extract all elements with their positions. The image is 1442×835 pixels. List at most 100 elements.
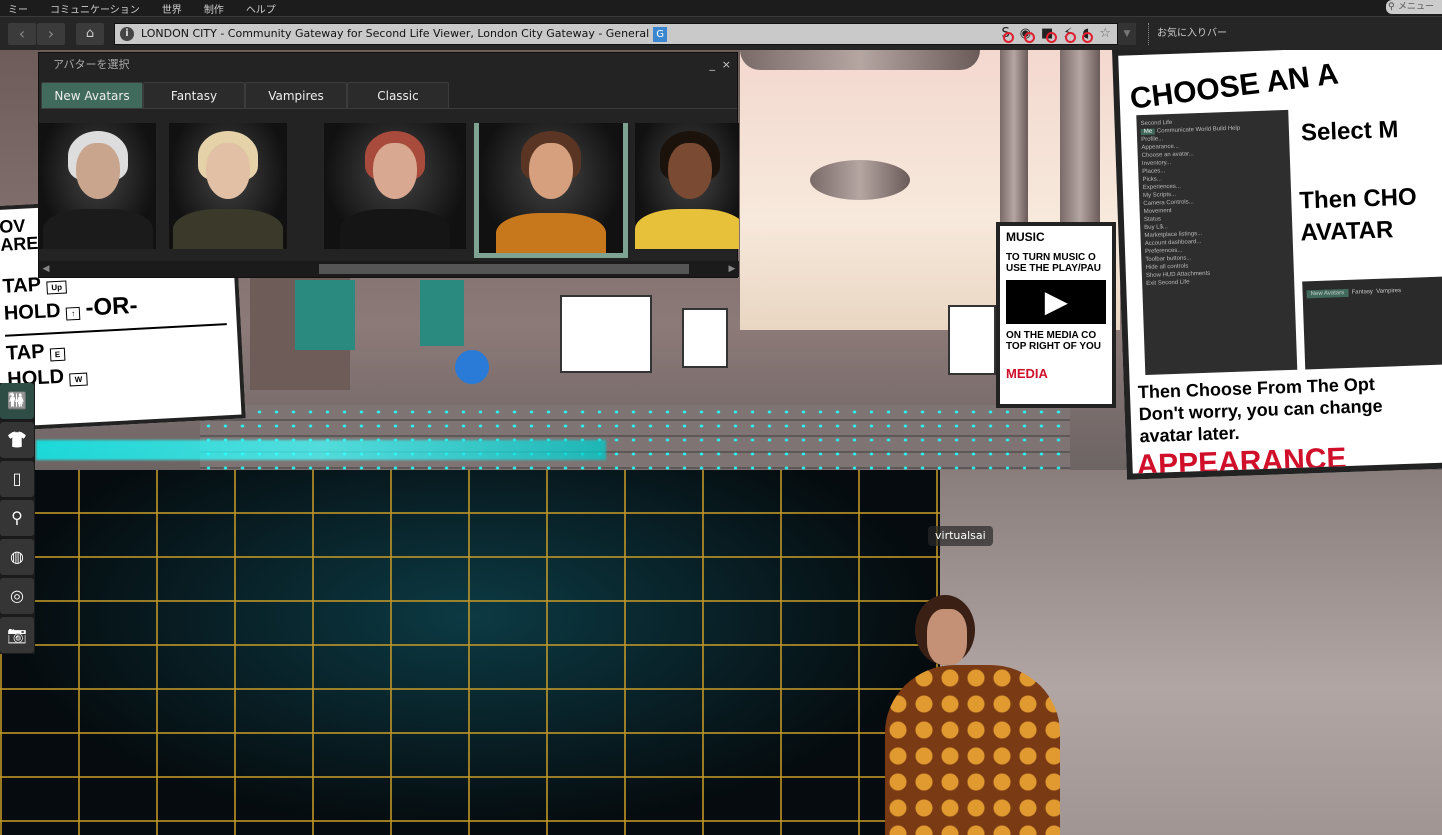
chevron-down-icon: ▼ xyxy=(1123,29,1131,39)
avatar-face xyxy=(373,143,417,199)
location-dropdown-button[interactable]: ▼ xyxy=(1118,23,1136,45)
menu-world[interactable]: 世界 xyxy=(162,1,182,16)
close-button[interactable]: × xyxy=(722,53,731,77)
info-sign xyxy=(682,308,728,368)
sign-title: CHOOSE AN A xyxy=(1128,57,1341,116)
avatar-face xyxy=(927,609,967,665)
avatar-thumbnail[interactable] xyxy=(169,123,287,249)
sign-text: ARE xyxy=(0,232,39,255)
sign-menu-items: Profile... Appearance... Choose an avatar.… xyxy=(1141,132,1290,287)
forward-icon: › xyxy=(47,24,55,43)
info-icon[interactable]: i xyxy=(120,27,134,41)
glow-rail xyxy=(36,440,606,460)
snapshot-button[interactable]: 📷 xyxy=(0,617,34,653)
sign-text: Me xyxy=(1140,128,1156,136)
sign-text: USE THE PLAY/PAU xyxy=(1006,263,1102,274)
no-build-icon[interactable]: ■ xyxy=(1041,24,1058,44)
play-icon: ▶ xyxy=(1006,280,1106,324)
floater-title: アバターを選択 xyxy=(53,58,130,71)
maturity-badge: G xyxy=(653,27,668,42)
scroll-left-icon[interactable]: ◀ xyxy=(39,261,53,277)
sign-text: Then CHO xyxy=(1298,183,1418,215)
search-icon: ⚲ xyxy=(1388,2,1395,12)
sign-picker-image: New Avatars Fantasy Vampires xyxy=(1302,275,1442,370)
menu-build[interactable]: 制作 xyxy=(204,1,224,16)
choose-avatar-floater: アバターを選択 _ × New Avatars Fantasy Vampires… xyxy=(38,52,739,278)
snapshot-icon: 📷 xyxy=(7,625,27,644)
no-voice-icon[interactable]: ◖ xyxy=(1082,24,1094,44)
home-button[interactable]: ⌂ xyxy=(76,23,104,45)
sign-text: HOLD xyxy=(3,299,62,325)
menu-communicate[interactable]: コミュニケーション xyxy=(50,1,140,16)
ball xyxy=(455,350,489,384)
avatar-outfit xyxy=(340,209,450,249)
menu-me[interactable]: ミー xyxy=(8,1,28,16)
sign-title: MUSIC xyxy=(1006,230,1045,244)
avatar-face xyxy=(529,143,573,199)
floater-titlebar[interactable]: アバターを選択 _ × xyxy=(39,53,737,77)
key-label: W xyxy=(69,372,88,387)
avatar-nametag: virtualsai xyxy=(928,526,993,546)
clothing-icon: 👕 xyxy=(7,430,27,449)
clothing-button[interactable]: 👕 xyxy=(0,422,34,458)
avatar-outfit xyxy=(173,209,283,249)
voice-icon: ◎ xyxy=(10,586,24,605)
sign-text: ON THE MEDIA CO xyxy=(1006,330,1097,341)
avatar-thumbnail-list xyxy=(39,123,739,259)
horizontal-scrollbar[interactable]: ◀ ▶ xyxy=(39,261,739,277)
minimize-button[interactable]: _ xyxy=(710,53,716,77)
sign-text: -OR- xyxy=(84,291,139,322)
sign-text: Build xyxy=(1212,126,1227,133)
avatar-thumbnail[interactable] xyxy=(324,123,466,249)
sign-text: World xyxy=(1195,126,1212,134)
destinations-icon: ◍ xyxy=(10,547,24,566)
avatar-face xyxy=(75,143,120,199)
sign-menu-image: Second Life Me Communicate World Build H… xyxy=(1136,109,1298,376)
avatar-thumbnail[interactable] xyxy=(474,123,628,258)
no-scripts-icon[interactable]: S xyxy=(1001,24,1015,44)
sign-text: New Avatars xyxy=(1306,288,1349,299)
avatar-button[interactable]: 🚻 xyxy=(0,383,34,419)
avatar-thumbnail[interactable] xyxy=(39,123,156,249)
home-icon: ⌂ xyxy=(85,26,95,41)
scrollbar-thumb[interactable] xyxy=(319,264,689,274)
sign-text: Communicate xyxy=(1156,127,1194,135)
menu-bar: ミー コミュニケーション 世界 制作 ヘルプ ⚲ メニュー xyxy=(0,0,1442,16)
player-avatar[interactable] xyxy=(885,595,1060,835)
avatar-icon: 🚻 xyxy=(7,391,27,410)
sign-text: AVATAR xyxy=(1300,216,1394,247)
avatar-thumbnail[interactable] xyxy=(635,123,739,249)
ceiling-lamp xyxy=(810,160,910,200)
no-see-icon[interactable]: ◉ xyxy=(1020,24,1036,44)
menu-help[interactable]: ヘルプ xyxy=(246,1,276,16)
search-icon: ⚲ xyxy=(11,508,23,527)
tab-new-avatars[interactable]: New Avatars xyxy=(41,82,143,108)
menu-search-input[interactable]: ⚲ メニュー xyxy=(1386,0,1442,14)
forward-button[interactable]: › xyxy=(37,23,65,45)
sign-music: MUSIC TO TURN MUSIC O USE THE PLAY/PAU ▶… xyxy=(996,222,1116,408)
voice-button[interactable]: ◎ xyxy=(0,578,34,614)
sign-text: TOP RIGHT OF YOU xyxy=(1006,341,1102,352)
sign-text: Help xyxy=(1227,125,1241,133)
search-button[interactable]: ⚲ xyxy=(0,500,34,536)
tab-vampires[interactable]: Vampires xyxy=(245,82,347,108)
star-icon[interactable]: ☆ xyxy=(1099,24,1111,44)
no-push-icon[interactable]: ⚡ xyxy=(1063,24,1077,44)
scroll-right-icon[interactable]: ▶ xyxy=(725,261,739,277)
tab-fantasy[interactable]: Fantasy xyxy=(143,82,245,108)
location-input[interactable]: i LONDON CITY - Community Gateway for Se… xyxy=(114,23,1118,45)
avatar-outfit xyxy=(42,209,153,249)
destinations-button[interactable]: ◍ xyxy=(0,539,34,575)
tab-divider xyxy=(41,108,737,109)
favorites-bar: お気に入りバー xyxy=(1148,23,1227,45)
inventory-button[interactable]: ▯ xyxy=(0,461,34,497)
key-label: E xyxy=(49,347,66,362)
avatar-outfit xyxy=(496,213,606,253)
sign-text: TAP xyxy=(5,340,45,365)
avatar-shirt xyxy=(885,665,1060,835)
tab-classic[interactable]: Classic xyxy=(347,82,449,108)
back-button[interactable]: ‹ xyxy=(8,23,36,45)
avatar-face xyxy=(206,143,250,199)
left-toolbar: 🚻 👕 ▯ ⚲ ◍ ◎ 📷 xyxy=(0,383,35,654)
avatar-face xyxy=(668,143,712,199)
